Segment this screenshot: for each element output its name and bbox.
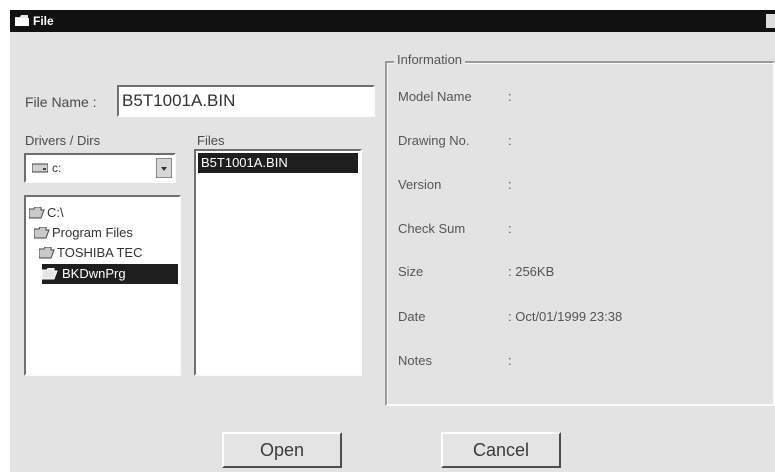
folder-icon xyxy=(15,15,29,26)
information-title: Information xyxy=(394,52,466,68)
drawing-no-label: Drawing No. xyxy=(398,133,470,148)
open-button[interactable]: Open xyxy=(222,432,342,468)
notes-label: Notes xyxy=(398,353,432,368)
date-value: : Oct/01/1999 23:38 xyxy=(508,309,623,324)
file-name-input[interactable] xyxy=(117,85,375,117)
file-item[interactable]: B5T1001A.BIN xyxy=(198,153,358,173)
check-sum-label: Check Sum xyxy=(398,221,466,236)
dir-item-toshiba-tec[interactable]: TOSHIBA TEC xyxy=(39,243,179,263)
hard-drive-icon xyxy=(32,163,48,173)
size-value: : 256KB xyxy=(508,264,555,279)
drivers-dirs-label: Drivers / Dirs xyxy=(25,133,101,148)
file-dialog: File File Name : Drivers / Dirs c: C:\ P… xyxy=(10,10,775,472)
drive-select-value: c: xyxy=(52,161,62,175)
version-value: : xyxy=(508,177,512,192)
size-label: Size xyxy=(398,264,424,279)
drive-select[interactable]: c: xyxy=(24,153,176,183)
date-label: Date xyxy=(398,309,426,324)
dir-item-label: C:\ xyxy=(47,205,64,220)
dir-item-label: Program Files xyxy=(52,225,133,240)
file-list[interactable]: B5T1001A.BIN xyxy=(194,149,362,376)
open-folder-icon xyxy=(42,268,58,280)
version-label: Version xyxy=(398,177,442,192)
dir-item-label: TOSHIBA TEC xyxy=(57,245,143,260)
open-folder-icon xyxy=(39,247,55,259)
open-folder-icon xyxy=(34,227,50,239)
model-name-value: : xyxy=(508,89,512,104)
file-name-label: File Name : xyxy=(25,94,97,110)
drawing-no-value: : xyxy=(508,133,512,148)
title-bar[interactable]: File xyxy=(10,10,775,32)
chevron-down-icon[interactable] xyxy=(156,158,172,178)
close-icon[interactable] xyxy=(766,14,775,28)
dir-item-label: BKDwnPrg xyxy=(62,266,126,281)
check-sum-value: : xyxy=(508,221,512,236)
directory-list[interactable]: C:\ Program Files TOSHIBA TEC BKDwnPrg xyxy=(24,195,181,376)
window-title: File xyxy=(33,14,54,28)
dir-item-root[interactable]: C:\ xyxy=(29,203,179,223)
dir-item-bkdwnprg[interactable]: BKDwnPrg xyxy=(42,264,178,284)
files-label: Files xyxy=(197,133,225,148)
notes-value: : xyxy=(508,353,512,368)
dir-item-program-files[interactable]: Program Files xyxy=(34,223,179,243)
cancel-button[interactable]: Cancel xyxy=(441,432,561,468)
open-folder-icon xyxy=(29,207,45,219)
model-name-label: Model Name xyxy=(398,89,472,104)
